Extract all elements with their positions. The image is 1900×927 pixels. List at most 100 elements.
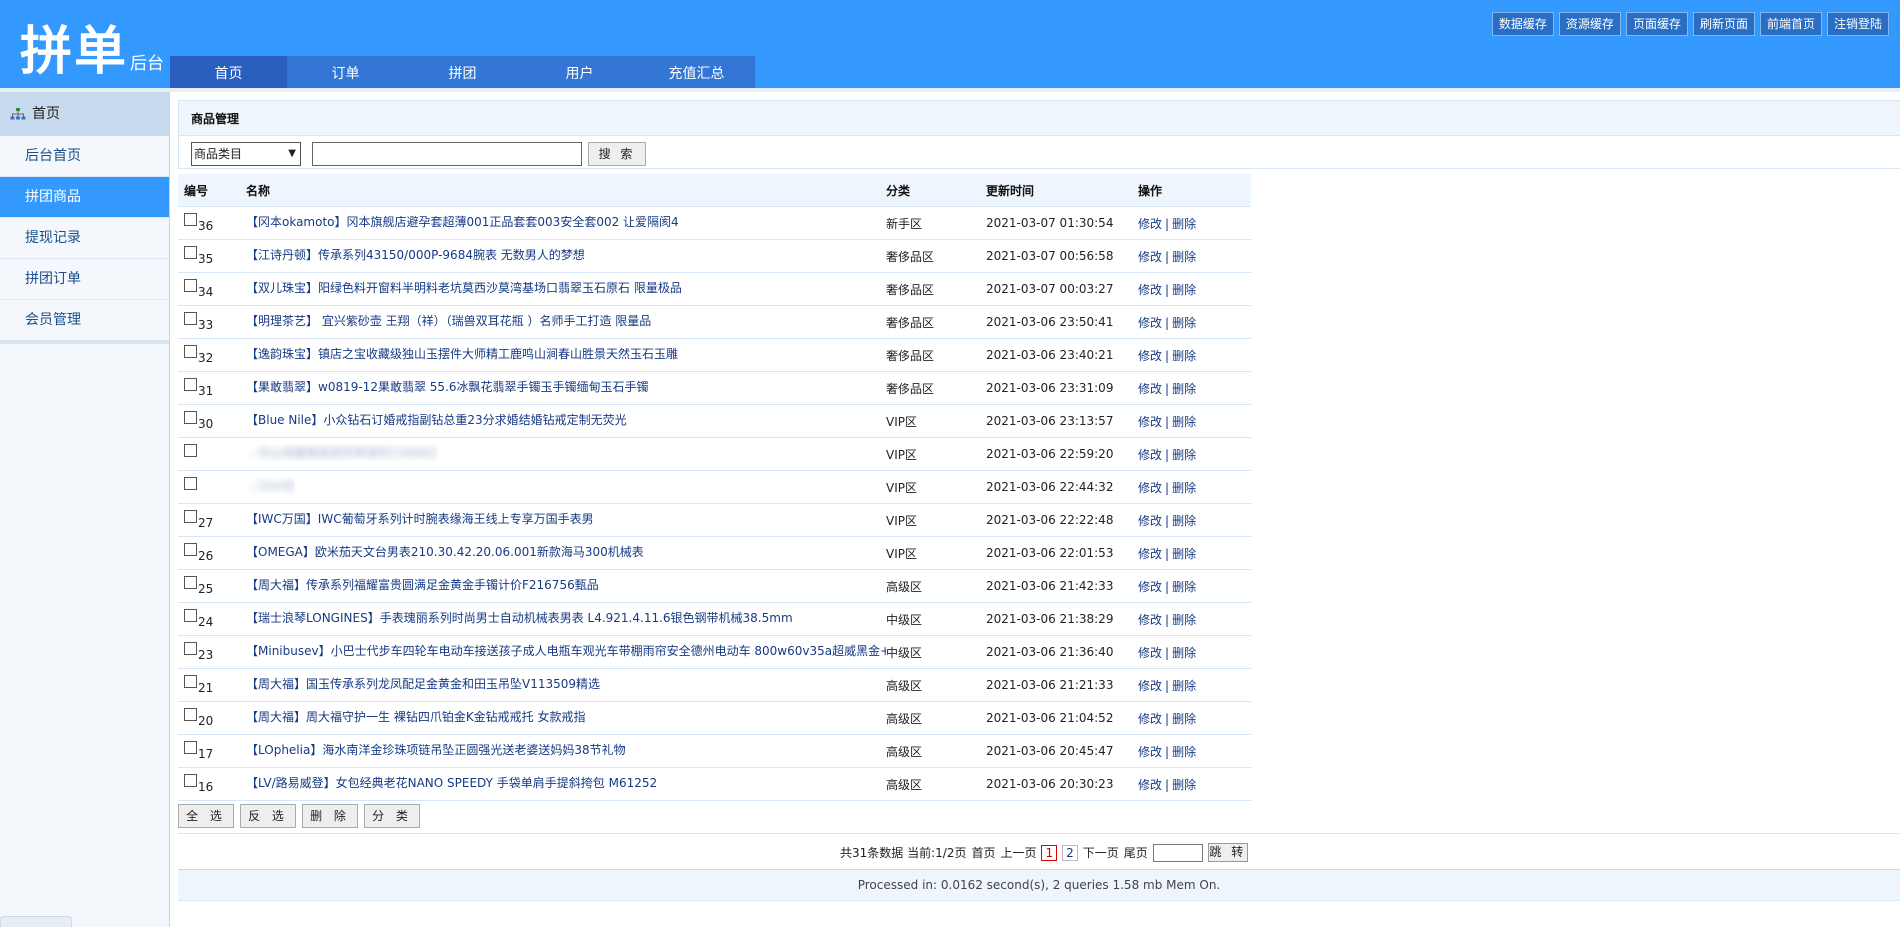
row-checkbox[interactable]: [184, 707, 197, 721]
data-cache-button[interactable]: 数据缓存: [1491, 12, 1554, 36]
product-name-link[interactable]: 【周大福】周大福守护一生 裸钻四爪铂金K金钻戒戒托 女款戒指: [246, 708, 586, 725]
row-checkbox[interactable]: [184, 212, 197, 226]
row-checkbox[interactable]: [184, 377, 197, 391]
next-page-link[interactable]: 下一页: [1083, 844, 1119, 861]
delete-link[interactable]: 删除: [1172, 679, 1196, 693]
sidebar-item-dashboard[interactable]: 后台首页: [0, 136, 169, 177]
tab-orders[interactable]: 订单: [287, 56, 404, 88]
row-checkbox[interactable]: [184, 509, 197, 523]
row-checkbox[interactable]: [184, 311, 197, 325]
row-checkbox[interactable]: [184, 443, 197, 457]
tab-users[interactable]: 用户: [521, 56, 638, 88]
product-name-link[interactable]: 【LOphelia】海水南洋金珍珠项链吊坠正圆强光送老婆送妈妈38节礼物: [246, 741, 626, 758]
page-2-link[interactable]: 2: [1062, 844, 1078, 861]
row-checkbox[interactable]: [184, 575, 197, 589]
delete-link[interactable]: 删除: [1172, 316, 1196, 330]
product-name-link[interactable]: …华山地藏像居家供奉镇宅CH0602: [246, 444, 438, 461]
jump-button[interactable]: 跳 转: [1207, 843, 1248, 862]
row-checkbox[interactable]: [184, 740, 197, 754]
sidebar-item-members[interactable]: 会员管理: [0, 300, 169, 341]
page-cache-button[interactable]: 页面缓存: [1625, 12, 1688, 36]
product-name-link[interactable]: 【LV/路易威登】女包经典老花NANO SPEEDY 手袋单肩手提斜挎包 M61…: [246, 774, 657, 791]
edit-link[interactable]: 修改: [1138, 382, 1162, 396]
row-checkbox[interactable]: [184, 608, 197, 622]
product-name-link[interactable]: 【冈本okamoto】冈本旗舰店避孕套超薄001正品套套003安全套002 让爱…: [246, 213, 679, 230]
tab-recharge-summary[interactable]: 充值汇总: [638, 56, 755, 88]
edit-link[interactable]: 修改: [1138, 415, 1162, 429]
row-checkbox[interactable]: [184, 344, 197, 358]
invert-selection-button[interactable]: 反 选: [240, 804, 296, 828]
delete-link[interactable]: 删除: [1172, 547, 1196, 561]
delete-link[interactable]: 删除: [1172, 712, 1196, 726]
delete-link[interactable]: 删除: [1172, 481, 1196, 495]
edit-link[interactable]: 修改: [1138, 316, 1162, 330]
delete-link[interactable]: 删除: [1172, 415, 1196, 429]
delete-link[interactable]: 删除: [1172, 283, 1196, 297]
delete-link[interactable]: 删除: [1172, 778, 1196, 792]
edit-link[interactable]: 修改: [1138, 481, 1162, 495]
delete-selected-button[interactable]: 删 除: [302, 804, 358, 828]
edit-link[interactable]: 修改: [1138, 547, 1162, 561]
edit-link[interactable]: 修改: [1138, 514, 1162, 528]
prev-page-link[interactable]: 上一页: [1000, 844, 1036, 861]
refresh-page-button[interactable]: 刷新页面: [1692, 12, 1755, 36]
edit-link[interactable]: 修改: [1138, 349, 1162, 363]
product-name-link[interactable]: 【Blue Nile】小众钻石订婚戒指副钻总重23分求婚结婚钻戒定制无荧光: [246, 411, 627, 428]
edit-link[interactable]: 修改: [1138, 646, 1162, 660]
row-checkbox[interactable]: [184, 410, 197, 424]
select-all-button[interactable]: 全 选: [178, 804, 234, 828]
first-page-link[interactable]: 首页: [971, 844, 995, 861]
edit-link[interactable]: 修改: [1138, 745, 1162, 759]
delete-link[interactable]: 删除: [1172, 745, 1196, 759]
delete-link[interactable]: 删除: [1172, 580, 1196, 594]
product-name-link[interactable]: …Dior包: [246, 477, 295, 494]
delete-link[interactable]: 删除: [1172, 349, 1196, 363]
product-name-link[interactable]: 【瑞士浪琴LONGINES】手表瑰丽系列时尚男士自动机械表男表 L4.921.4…: [246, 609, 793, 626]
edit-link[interactable]: 修改: [1138, 283, 1162, 297]
product-name-link[interactable]: 【果敢翡翠】w0819-12果敢翡翠 55.6冰飘花翡翠手镯玉手镯缅甸玉石手镯: [246, 378, 649, 395]
row-checkbox[interactable]: [184, 542, 197, 556]
resource-cache-button[interactable]: 资源缓存: [1558, 12, 1621, 36]
delete-link[interactable]: 删除: [1172, 613, 1196, 627]
search-button[interactable]: 搜 索: [588, 142, 646, 166]
jump-page-input[interactable]: [1152, 843, 1203, 862]
delete-link[interactable]: 删除: [1172, 382, 1196, 396]
last-page-link[interactable]: 尾页: [1124, 844, 1148, 861]
product-name-link[interactable]: 【逸韵珠宝】镇店之宝收藏级独山玉摆件大师精工鹿鸣山涧春山胜景天然玉石玉雕: [246, 345, 678, 362]
frontend-home-button[interactable]: 前端首页: [1759, 12, 1822, 36]
product-name-link[interactable]: 【Minibusev】小巴士代步车四轮车电动车接送孩子成人电瓶车观光车带棚雨帘安…: [246, 642, 886, 659]
row-checkbox[interactable]: [184, 278, 197, 292]
search-input[interactable]: [312, 142, 582, 166]
delete-link[interactable]: 删除: [1172, 217, 1196, 231]
delete-link[interactable]: 删除: [1172, 646, 1196, 660]
edit-link[interactable]: 修改: [1138, 250, 1162, 264]
product-name-link[interactable]: 【OMEGA】欧米茄天文台男表210.30.42.20.06.001新款海马30…: [246, 543, 644, 560]
sidebar-item-group-goods[interactable]: 拼团商品: [0, 177, 169, 218]
product-name-link[interactable]: 【江诗丹顿】传承系列43150/000P-9684腕表 无数男人的梦想: [246, 246, 585, 263]
sidebar-bottom-tab[interactable]: [0, 916, 72, 927]
categorize-button[interactable]: 分 类: [364, 804, 420, 828]
delete-link[interactable]: 删除: [1172, 448, 1196, 462]
product-name-link[interactable]: 【明理茶艺】 宜兴紫砂壶 王翔（祥）（瑞兽双耳花瓶 ）名师手工打造 限量品: [246, 312, 651, 329]
sidebar-item-group-orders[interactable]: 拼团订单: [0, 259, 169, 300]
tab-home[interactable]: 首页: [170, 56, 287, 88]
tab-group-buy[interactable]: 拼团: [404, 56, 521, 88]
product-name-link[interactable]: 【周大福】传承系列福耀富贵圆满足金黄金手镯计价F216756甄品: [246, 576, 599, 593]
edit-link[interactable]: 修改: [1138, 580, 1162, 594]
edit-link[interactable]: 修改: [1138, 778, 1162, 792]
edit-link[interactable]: 修改: [1138, 217, 1162, 231]
product-name-link[interactable]: 【IWC万国】IWC葡萄牙系列计时腕表缘海王线上专享万国手表男: [246, 510, 594, 527]
product-name-link[interactable]: 【双儿珠宝】阳绿色料开窗料半明料老坑莫西沙莫湾基场口翡翠玉石原石 限量极品: [246, 279, 682, 296]
row-checkbox[interactable]: [184, 245, 197, 259]
row-checkbox[interactable]: [184, 773, 197, 787]
edit-link[interactable]: 修改: [1138, 679, 1162, 693]
sidebar-header[interactable]: 首页: [0, 92, 169, 136]
row-checkbox[interactable]: [184, 476, 197, 490]
category-select[interactable]: 商品类目 ▼: [191, 142, 301, 166]
delete-link[interactable]: 删除: [1172, 250, 1196, 264]
sidebar-item-withdrawals[interactable]: 提现记录: [0, 218, 169, 259]
edit-link[interactable]: 修改: [1138, 712, 1162, 726]
logout-button[interactable]: 注销登陆: [1826, 12, 1889, 36]
row-checkbox[interactable]: [184, 641, 197, 655]
product-name-link[interactable]: 【周大福】国玉传承系列龙凤配足金黄金和田玉吊坠V113509精选: [246, 675, 600, 692]
